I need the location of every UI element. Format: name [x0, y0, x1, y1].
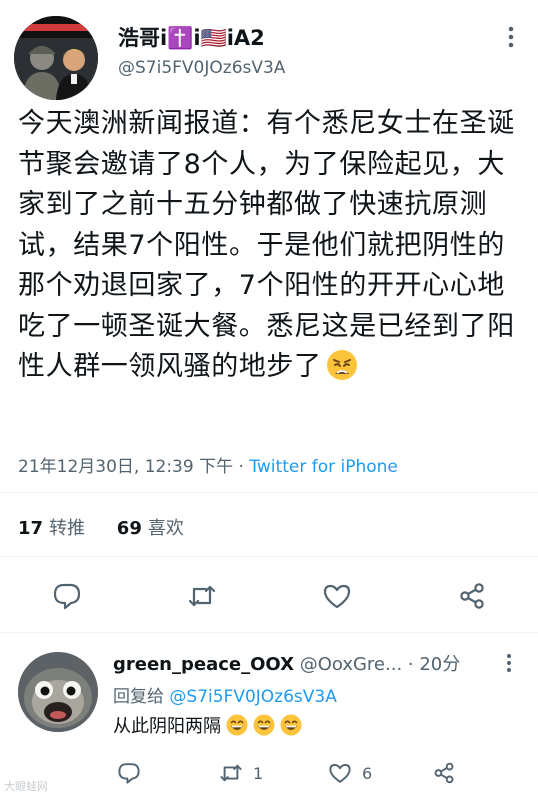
- author-avatar-image: [14, 16, 98, 100]
- grinning-face-emoji-icon: [280, 714, 302, 736]
- reply-author-avatar[interactable]: [18, 652, 98, 732]
- reply-reply-button[interactable]: [117, 760, 151, 786]
- heart-icon: [323, 584, 351, 609]
- tweet-meta: 21年12月30日, 12:39 下午 · Twitter for iPhone: [18, 452, 398, 477]
- replying-to: 回复给 @S7i5FV0JOz6sV3A: [113, 682, 337, 707]
- grinning-face-emoji-icon: [253, 714, 275, 736]
- retweets-label: 转推: [49, 518, 86, 539]
- author-avatar[interactable]: [14, 16, 98, 100]
- divider: [0, 492, 538, 493]
- reply-avatar-image: [18, 652, 98, 732]
- author-name[interactable]: 浩哥i✝️i🇺🇸iA2: [118, 22, 265, 52]
- watermark: 大眼蛙网: [4, 780, 48, 793]
- meta-separator: ·: [238, 457, 244, 477]
- tweet-timestamp[interactable]: 21年12月30日, 12:39 下午: [18, 457, 233, 477]
- likes-label: 喜欢: [147, 518, 184, 539]
- retweet-button[interactable]: [187, 581, 217, 611]
- likes-count: 69: [116, 518, 142, 539]
- reply-like-count: 6: [362, 763, 373, 783]
- tweet-text-content: 今天澳洲新闻报道：有个悉尼女士在圣诞节聚会邀请了8个人，为了保险起见，大家到了之…: [18, 108, 515, 382]
- share-icon: [434, 762, 454, 784]
- reply-button[interactable]: [52, 581, 82, 611]
- likes-stat[interactable]: 69 喜欢: [117, 518, 184, 539]
- grinning-face-emoji-icon: [226, 714, 248, 736]
- reply-text: 从此阴阳两隔: [113, 712, 302, 738]
- tweet-text: 今天澳洲新闻报道：有个悉尼女士在圣诞节聚会邀请了8个人，为了保险起见，大家到了之…: [18, 104, 523, 388]
- more-options-icon[interactable]: [498, 24, 524, 50]
- tweet-detail-screen: 浩哥i✝️i🇺🇸iA2 @S7i5FV0JOz6sV3A 今天澳洲新闻报道：有个…: [0, 0, 538, 800]
- heart-icon: [329, 764, 351, 783]
- replying-to-mention[interactable]: @S7i5FV0JOz6sV3A: [169, 687, 336, 707]
- reply-more-options-icon[interactable]: [498, 652, 520, 674]
- tweet-stats: 17 转推 69 喜欢: [18, 514, 210, 540]
- reply-author-name[interactable]: green_peace_OOX: [113, 654, 294, 675]
- retweets-count: 17: [18, 518, 44, 539]
- like-button[interactable]: [322, 581, 352, 611]
- tweet-source[interactable]: Twitter for iPhone: [249, 457, 398, 477]
- reply-icon: [53, 583, 81, 610]
- retweet-icon: [188, 585, 216, 607]
- reply-like-button[interactable]: 6: [328, 760, 372, 786]
- replying-to-label: 回复给: [113, 687, 164, 707]
- reply-retweet-count: 1: [253, 763, 264, 783]
- reply-header: green_peace_OOX @OoxGre... · 20分: [113, 650, 460, 676]
- divider: [0, 556, 538, 557]
- share-icon: [460, 583, 484, 609]
- divider: [0, 632, 538, 633]
- reply-author-handle[interactable]: @OoxGre...: [300, 654, 402, 675]
- reply-time: · 20分: [407, 654, 461, 675]
- weary-face-emoji-icon: [326, 349, 358, 381]
- reply-icon: [118, 763, 140, 784]
- retweets-stat[interactable]: 17 转推: [18, 518, 85, 539]
- share-button[interactable]: [457, 581, 487, 611]
- author-handle[interactable]: @S7i5FV0JOz6sV3A: [118, 58, 285, 78]
- reply-text-content: 从此阴阳两隔: [113, 716, 221, 737]
- retweet-icon: [220, 764, 242, 782]
- reply-retweet-button[interactable]: 1: [219, 760, 263, 786]
- reply-share-button[interactable]: [432, 760, 466, 786]
